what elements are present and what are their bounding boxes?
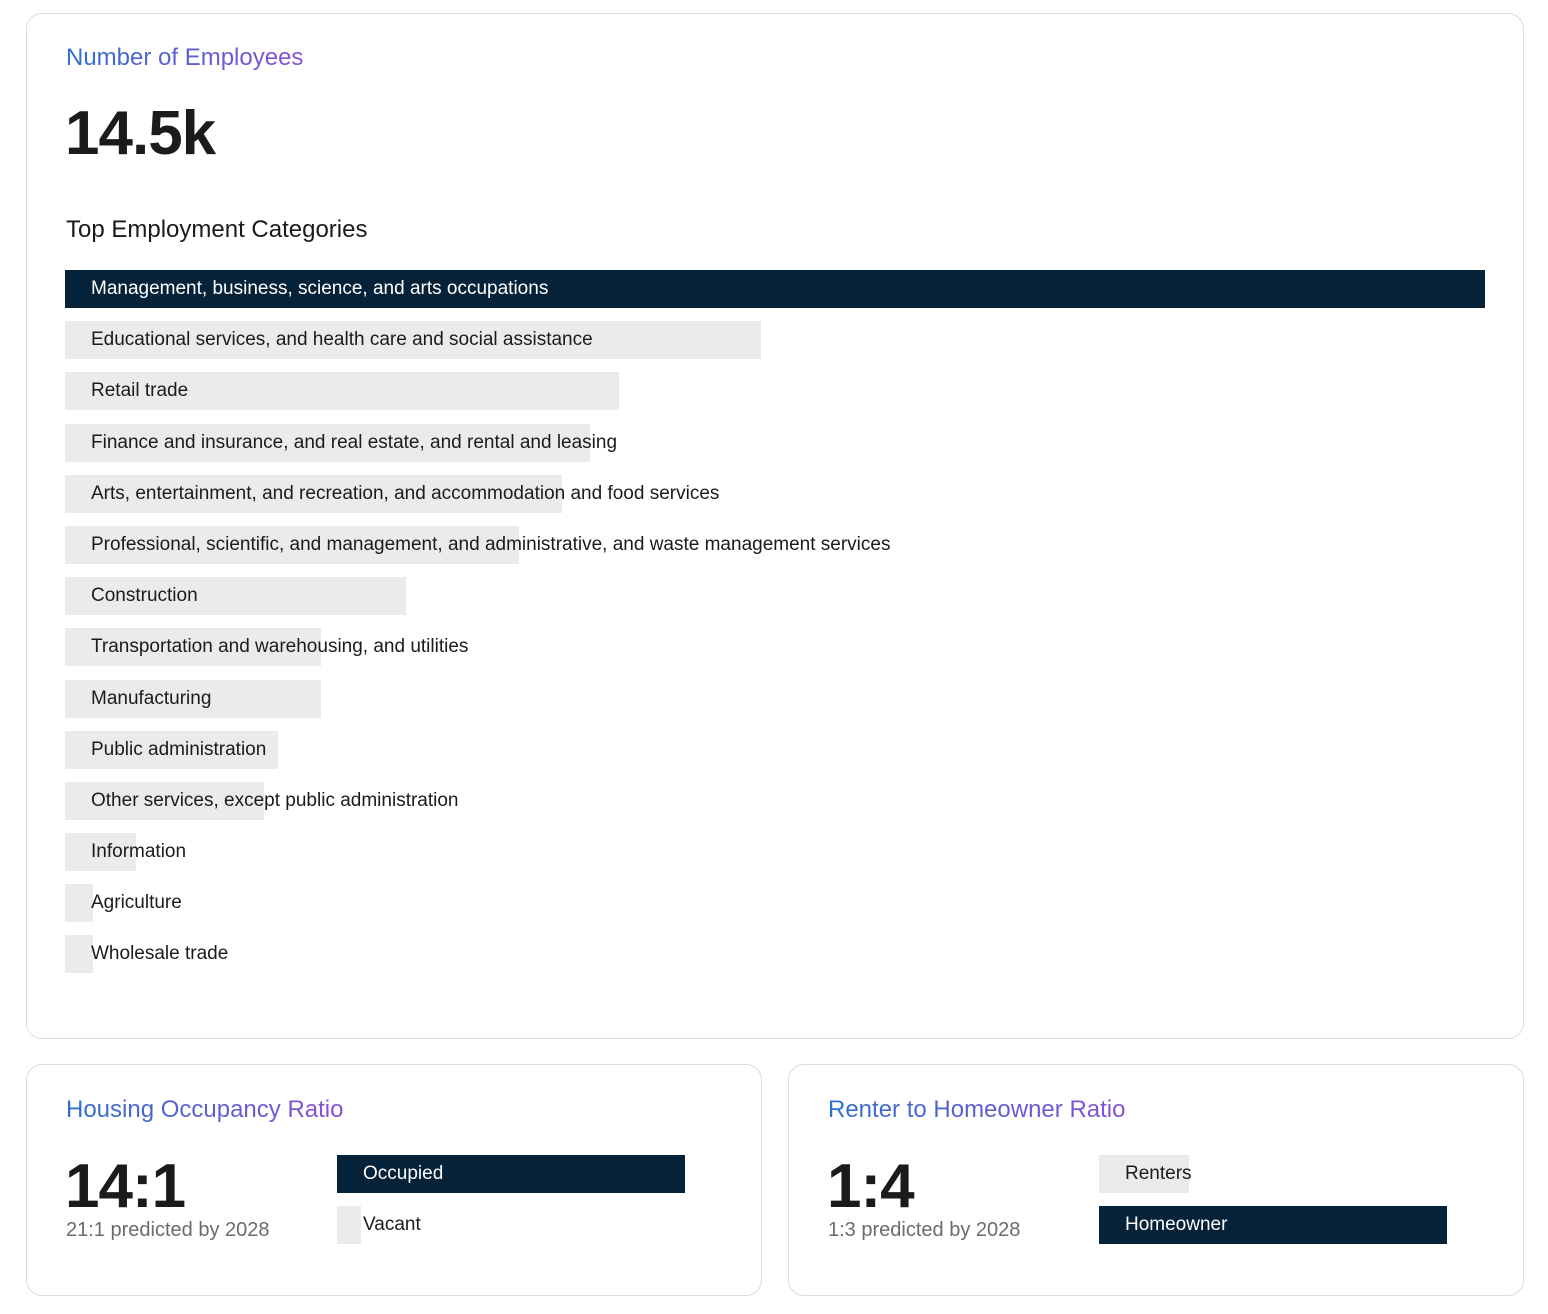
bar-label: Construction (91, 585, 198, 607)
bar-label: Professional, scientific, and management… (91, 533, 891, 555)
bar-row: Public administration (65, 730, 1485, 769)
bar-row: Educational services, and health care an… (65, 321, 1485, 360)
bar-label: Vacant (363, 1214, 421, 1235)
housing-bars: Occupied Vacant (337, 1155, 685, 1257)
bar-row: Management, business, science, and arts … (65, 270, 1485, 308)
bar-row: Wholesale trade (65, 935, 1485, 974)
bar-label: Wholesale trade (91, 943, 229, 965)
housing-occupancy-card: Housing Occupancy Ratio 14:1 21:1 predic… (26, 1064, 762, 1296)
bar-row: Professional, scientific, and management… (65, 525, 1485, 564)
employee-count: 14.5k (65, 99, 216, 168)
renter-homeowner-card: Renter to Homeowner Ratio 1:4 1:3 predic… (788, 1064, 1524, 1296)
bar-label: Agriculture (91, 892, 182, 914)
bar-row: Manufacturing (65, 679, 1485, 718)
bar-row: Transportation and warehousing, and util… (65, 628, 1485, 667)
bar-row: Construction (65, 577, 1485, 616)
housing-title: Housing Occupancy Ratio (66, 1096, 344, 1123)
bar-fill (65, 884, 94, 923)
employees-card: Number of Employees 14.5k Top Employment… (26, 13, 1524, 1039)
bar-row: Other services, except public administra… (65, 781, 1485, 820)
bar-row: Information (65, 833, 1485, 872)
housing-ratio: 14:1 (65, 1152, 186, 1221)
renter-title: Renter to Homeowner Ratio (828, 1096, 1126, 1123)
bar-label: Homeowner (1125, 1214, 1228, 1235)
employees-title: Number of Employees (66, 44, 304, 71)
renter-ratio: 1:4 (827, 1152, 915, 1221)
renter-bars: Renters Homeowner (1099, 1155, 1447, 1257)
bar-row: Vacant (337, 1206, 685, 1244)
bar-label: Arts, entertainment, and recreation, and… (91, 482, 720, 504)
bar-label: Educational services, and health care an… (91, 329, 593, 351)
bar-label: Occupied (363, 1163, 444, 1184)
bar-fill (337, 1206, 362, 1244)
bar-label: Information (91, 841, 187, 863)
bar-fill (65, 935, 94, 974)
bar-label: Manufacturing (91, 687, 212, 709)
bar-label: Renters (1125, 1163, 1192, 1184)
housing-prediction: 21:1 predicted by 2028 (66, 1219, 270, 1241)
categories-heading: Top Employment Categories (66, 216, 368, 243)
bar-row: Occupied (337, 1155, 685, 1193)
bar-label: Retail trade (91, 380, 189, 402)
bar-label: Transportation and warehousing, and util… (91, 636, 469, 658)
bar-row: Arts, entertainment, and recreation, and… (65, 474, 1485, 513)
employment-categories-list: Management, business, science, and arts … (65, 270, 1485, 987)
bar-row: Finance and insurance, and real estate, … (65, 423, 1485, 462)
bar-row: Retail trade (65, 372, 1485, 411)
bar-row: Agriculture (65, 884, 1485, 923)
bar-row: Homeowner (1099, 1206, 1447, 1244)
bar-label: Management, business, science, and arts … (91, 278, 549, 299)
renter-prediction: 1:3 predicted by 2028 (828, 1219, 1021, 1241)
bar-label: Finance and insurance, and real estate, … (91, 431, 618, 453)
bar-row: Renters (1099, 1155, 1447, 1193)
bar-label: Other services, except public administra… (91, 789, 459, 811)
bar-label: Public administration (91, 738, 267, 760)
